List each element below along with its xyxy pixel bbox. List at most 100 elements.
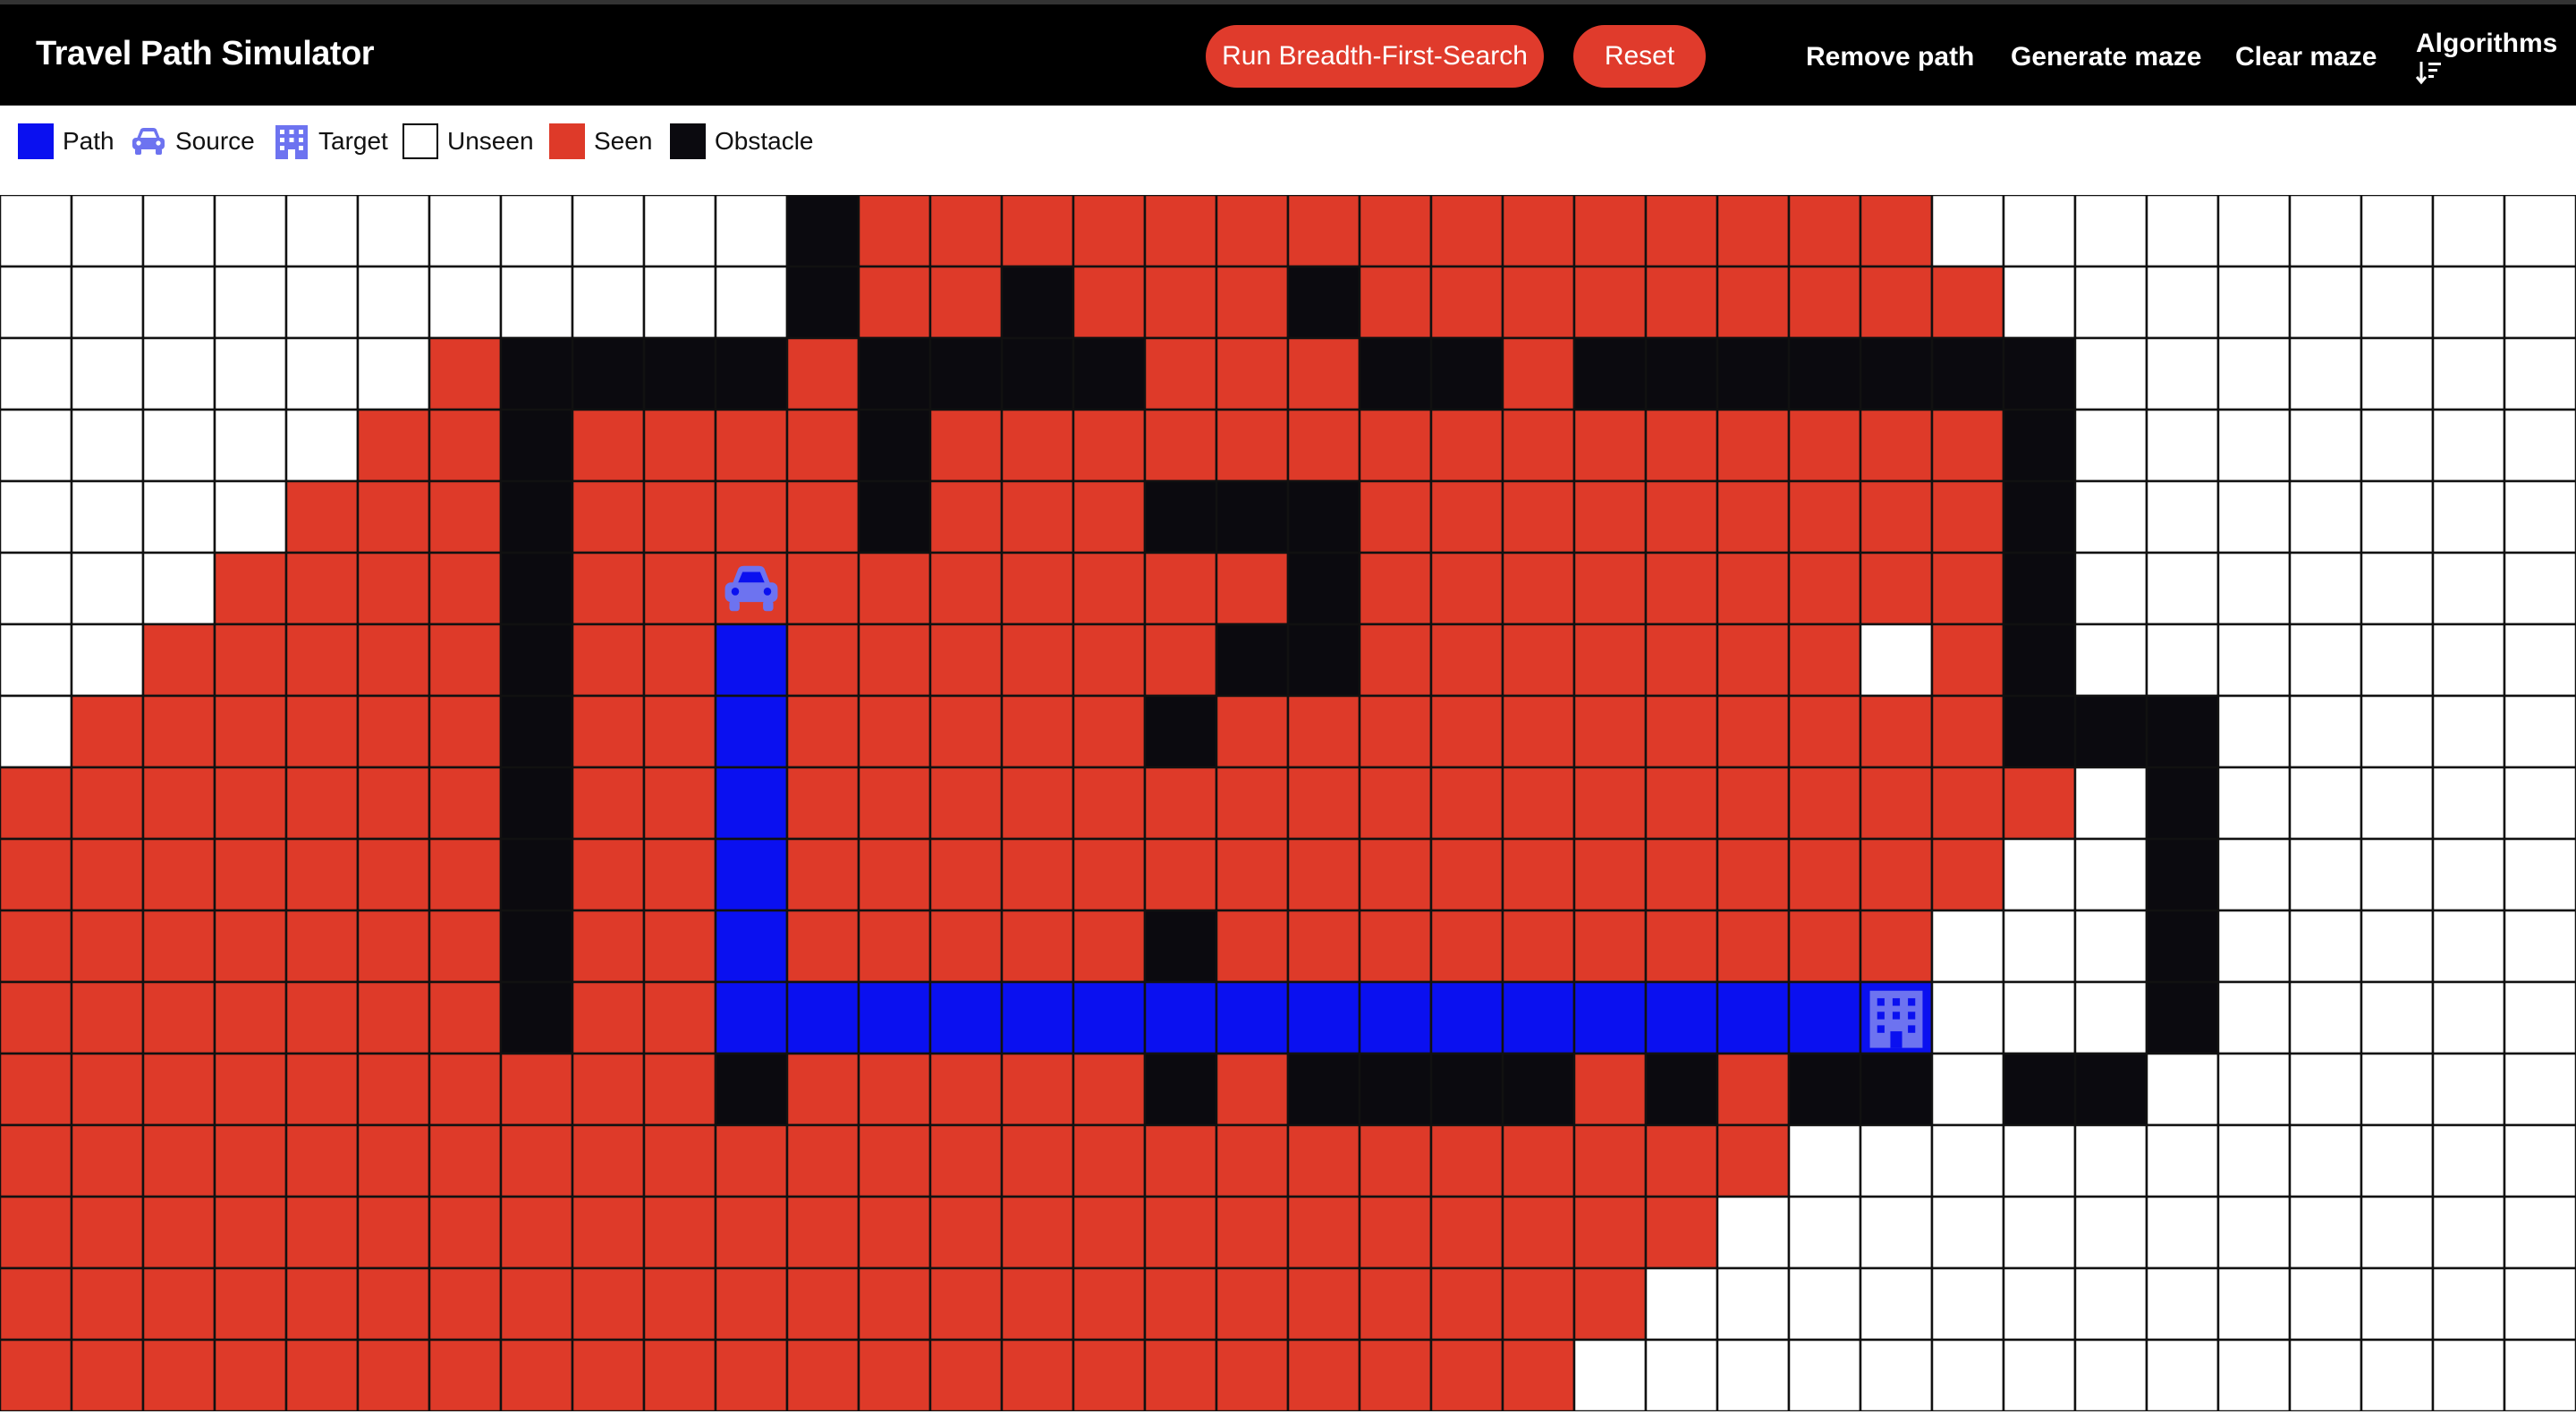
seen-cell[interactable] (0, 766, 73, 841)
path-cell[interactable] (928, 980, 1004, 1055)
unseen-cell[interactable] (2431, 1123, 2506, 1198)
seen-cell[interactable] (1644, 766, 1719, 841)
seen-cell[interactable] (1072, 1052, 1147, 1127)
seen-cell[interactable] (1143, 265, 1218, 340)
seen-cell[interactable] (1215, 766, 1290, 841)
seen-cell[interactable] (1286, 408, 1361, 483)
seen-cell[interactable] (1286, 1266, 1361, 1342)
seen-cell[interactable] (1644, 622, 1719, 698)
seen-cell[interactable] (213, 766, 288, 841)
seen-cell[interactable] (642, 1338, 717, 1411)
seen-cell[interactable] (928, 622, 1004, 698)
unseen-cell[interactable] (2503, 1338, 2576, 1411)
unseen-cell[interactable] (2002, 265, 2077, 340)
unseen-cell[interactable] (2288, 265, 2363, 340)
unseen-cell[interactable] (2216, 195, 2292, 268)
obstacle-cell[interactable] (571, 336, 646, 411)
unseen-cell[interactable] (2360, 1338, 2435, 1411)
obstacle-cell[interactable] (1930, 336, 2005, 411)
seen-cell[interactable] (1072, 195, 1147, 268)
seen-cell[interactable] (1716, 408, 1791, 483)
unseen-cell[interactable] (2002, 195, 2077, 268)
obstacle-cell[interactable] (857, 479, 932, 555)
seen-cell[interactable] (1930, 479, 2005, 555)
seen-cell[interactable] (1143, 195, 1218, 268)
unseen-cell[interactable] (1859, 1266, 1934, 1342)
seen-cell[interactable] (1215, 694, 1290, 769)
seen-cell[interactable] (1644, 408, 1719, 483)
seen-cell[interactable] (714, 1338, 789, 1411)
seen-cell[interactable] (642, 837, 717, 912)
seen-cell[interactable] (1787, 195, 1862, 268)
seen-cell[interactable] (213, 1266, 288, 1342)
unseen-cell[interactable] (2002, 980, 2077, 1055)
obstacle-cell[interactable] (499, 408, 574, 483)
obstacle-cell[interactable] (1429, 1052, 1504, 1127)
unseen-cell[interactable] (1716, 1266, 1791, 1342)
seen-cell[interactable] (499, 1338, 574, 1411)
seen-cell[interactable] (1787, 909, 1862, 984)
seen-cell[interactable] (1286, 336, 1361, 411)
unseen-cell[interactable] (70, 265, 145, 340)
seen-cell[interactable] (1143, 336, 1218, 411)
unseen-cell[interactable] (1716, 1195, 1791, 1270)
unseen-cell[interactable] (141, 479, 216, 555)
seen-cell[interactable] (785, 694, 860, 769)
seen-cell[interactable] (1286, 1195, 1361, 1270)
obstacle-cell[interactable] (1429, 336, 1504, 411)
path-cell[interactable] (714, 622, 789, 698)
seen-cell[interactable] (1859, 551, 1934, 626)
seen-cell[interactable] (785, 1123, 860, 1198)
seen-cell[interactable] (1358, 909, 1433, 984)
seen-cell[interactable] (1429, 766, 1504, 841)
unseen-cell[interactable] (642, 195, 717, 268)
unseen-cell[interactable] (2216, 1052, 2292, 1127)
unseen-cell[interactable] (213, 336, 288, 411)
unseen-cell[interactable] (2431, 336, 2506, 411)
unseen-cell[interactable] (2431, 265, 2506, 340)
path-cell[interactable] (714, 766, 789, 841)
seen-cell[interactable] (1358, 1195, 1433, 1270)
seen-cell[interactable] (571, 1195, 646, 1270)
seen-cell[interactable] (70, 837, 145, 912)
seen-cell[interactable] (141, 694, 216, 769)
seen-cell[interactable] (356, 1052, 431, 1127)
clear-maze-link[interactable]: Clear maze (2235, 42, 2377, 72)
unseen-cell[interactable] (0, 265, 73, 340)
seen-cell[interactable] (857, 1266, 932, 1342)
unseen-cell[interactable] (571, 195, 646, 268)
unseen-cell[interactable] (1716, 1338, 1791, 1411)
seen-cell[interactable] (785, 336, 860, 411)
seen-cell[interactable] (928, 479, 1004, 555)
seen-cell[interactable] (642, 980, 717, 1055)
unseen-cell[interactable] (1787, 1338, 1862, 1411)
unseen-cell[interactable] (2216, 694, 2292, 769)
unseen-cell[interactable] (2288, 408, 2363, 483)
unseen-cell[interactable] (2073, 1195, 2148, 1270)
unseen-cell[interactable] (2360, 479, 2435, 555)
obstacle-cell[interactable] (1572, 336, 1648, 411)
unseen-cell[interactable] (0, 195, 73, 268)
unseen-cell[interactable] (2360, 408, 2435, 483)
unseen-cell[interactable] (2360, 1123, 2435, 1198)
seen-cell[interactable] (1501, 265, 1576, 340)
obstacle-cell[interactable] (2002, 479, 2077, 555)
seen-cell[interactable] (213, 909, 288, 984)
seen-cell[interactable] (1358, 1123, 1433, 1198)
obstacle-cell[interactable] (499, 622, 574, 698)
seen-cell[interactable] (70, 766, 145, 841)
seen-cell[interactable] (928, 837, 1004, 912)
obstacle-cell[interactable] (642, 336, 717, 411)
seen-cell[interactable] (785, 1266, 860, 1342)
seen-cell[interactable] (1787, 837, 1862, 912)
unseen-cell[interactable] (2216, 766, 2292, 841)
seen-cell[interactable] (642, 1195, 717, 1270)
seen-cell[interactable] (284, 980, 360, 1055)
seen-cell[interactable] (1572, 766, 1648, 841)
seen-cell[interactable] (1000, 1338, 1075, 1411)
obstacle-cell[interactable] (1716, 336, 1791, 411)
seen-cell[interactable] (1716, 265, 1791, 340)
seen-cell[interactable] (1572, 1266, 1648, 1342)
seen-cell[interactable] (141, 1338, 216, 1411)
seen-cell[interactable] (857, 694, 932, 769)
